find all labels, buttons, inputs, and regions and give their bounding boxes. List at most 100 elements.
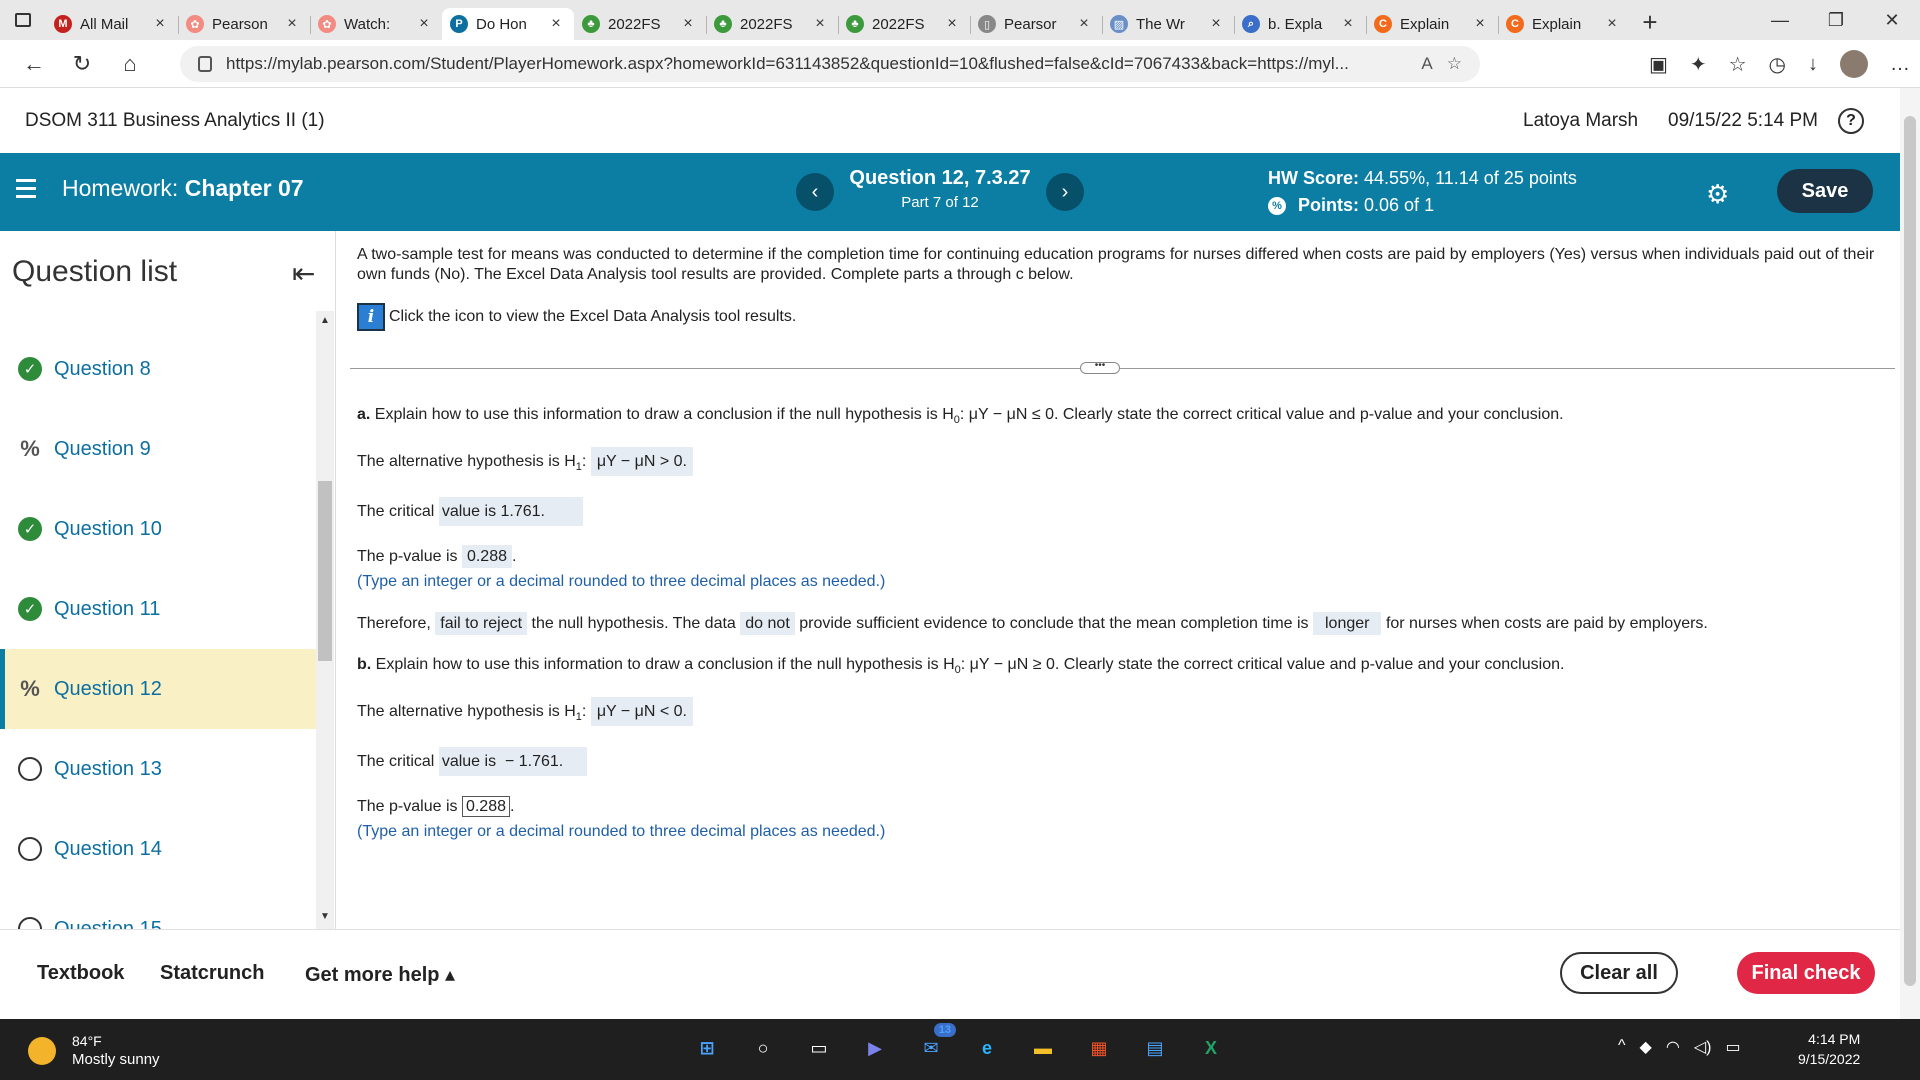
search-icon[interactable]: ○	[746, 1031, 780, 1065]
teams-chat-icon[interactable]: ▶	[858, 1031, 892, 1065]
puzzle-icon[interactable]: ✦	[1690, 52, 1707, 77]
question-list-item[interactable]: Question 14	[0, 809, 316, 889]
close-tab-icon[interactable]: ×	[1602, 15, 1622, 33]
browser-tab[interactable]: ♣ 2022FS ×	[838, 8, 970, 40]
browser-tab[interactable]: ✿ Watch: ×	[310, 8, 442, 40]
calendar-icon[interactable]: ▤	[1138, 1031, 1172, 1065]
page-scroll-thumb[interactable]	[1904, 116, 1916, 986]
taskbar-clock[interactable]: 4:14 PM 9/15/2022	[1798, 1029, 1860, 1069]
question-list-item[interactable]: Question 13	[0, 729, 316, 809]
help-icon[interactable]: ?	[1838, 107, 1864, 134]
close-window-button[interactable]: ✕	[1864, 0, 1920, 40]
sidebar-scroll-thumb[interactable]	[318, 481, 332, 661]
statcrunch-link[interactable]: Statcrunch	[160, 962, 264, 985]
weather-widget[interactable]: 84°F Mostly sunny	[28, 1033, 160, 1068]
browser-tab[interactable]: C Explain ×	[1366, 8, 1498, 40]
restore-button[interactable]: ❐	[1808, 0, 1864, 40]
sidebar-scrollbar[interactable]: ▲ ▼	[316, 311, 334, 929]
part-b-critical-value-answer[interactable]: value is − 1.761.	[438, 747, 588, 776]
excel-icon[interactable]: X	[1194, 1031, 1228, 1065]
browser-tab[interactable]: ♣ 2022FS ×	[574, 8, 706, 40]
close-tab-icon[interactable]: ×	[678, 15, 698, 33]
menu-icon[interactable]	[16, 179, 36, 199]
decision-dropdown[interactable]: fail to reject	[435, 612, 528, 635]
clear-all-button[interactable]: Clear all	[1560, 952, 1678, 994]
final-check-button[interactable]: Final check	[1737, 952, 1875, 994]
browser-tab[interactable]: ♣ 2022FS ×	[706, 8, 838, 40]
download-icon[interactable]: ↓	[1808, 53, 1818, 76]
question-list-item[interactable]: ✓ Question 8	[0, 329, 316, 409]
favorites-icon[interactable]: ☆	[1729, 52, 1747, 77]
close-tab-icon[interactable]: ×	[942, 15, 962, 33]
store-icon[interactable]: ▦	[1082, 1031, 1116, 1065]
question-list-item[interactable]: % Question 9	[0, 409, 316, 489]
evidence-dropdown[interactable]: do not	[740, 612, 795, 635]
profile-avatar[interactable]	[1840, 50, 1868, 78]
part-a-alt-hypothesis-answer[interactable]: μY − μN > 0.	[590, 447, 693, 476]
extension-icon[interactable]: ▣	[1649, 52, 1668, 77]
file-explorer-icon[interactable]: ▬	[1026, 1031, 1060, 1065]
info-icon[interactable]: i	[357, 303, 385, 331]
close-tab-icon[interactable]: ×	[414, 15, 434, 33]
question-list-item[interactable]: ✓ Question 10	[0, 489, 316, 569]
part-b-pvalue-input[interactable]: 0.288	[461, 796, 510, 817]
part-a-pvalue-answer[interactable]: 0.288	[461, 545, 512, 568]
mail-icon[interactable]: ✉ 13	[914, 1023, 956, 1065]
browser-tab[interactable]: ▯ Pearsor ×	[970, 8, 1102, 40]
close-tab-icon[interactable]: ×	[810, 15, 830, 33]
collapse-sidebar-icon[interactable]: ⇤	[292, 257, 315, 290]
close-tab-icon[interactable]: ×	[150, 15, 170, 33]
back-button[interactable]: ←	[10, 44, 58, 84]
next-question-button[interactable]: ›	[1046, 173, 1084, 211]
windows-start-icon[interactable]: ⊞	[690, 1031, 724, 1065]
get-more-help-link[interactable]: Get more help ▴	[305, 962, 455, 987]
close-tab-icon[interactable]: ×	[1074, 15, 1094, 33]
textbook-link[interactable]: Textbook	[37, 962, 124, 985]
task-view-icon[interactable]: ▭	[802, 1031, 836, 1065]
tab-title: Explain	[1400, 15, 1450, 33]
add-favorite-icon[interactable]: ☆	[1447, 54, 1462, 74]
browser-tab[interactable]: C Explain ×	[1498, 8, 1630, 40]
show-hidden-icons-icon[interactable]: ^	[1618, 1037, 1626, 1057]
refresh-button[interactable]: ↻	[58, 44, 106, 84]
close-tab-icon[interactable]: ×	[546, 15, 566, 33]
gmail-icon: M	[54, 15, 72, 33]
previous-question-button[interactable]: ‹	[796, 173, 834, 211]
browser-tab[interactable]: P Do Hon ×	[442, 8, 574, 40]
part-a-critical-value-answer[interactable]: value is 1.761.	[438, 497, 583, 526]
minimize-button[interactable]: —	[1752, 0, 1808, 40]
address-bar[interactable]: https://mylab.pearson.com/Student/Player…	[180, 46, 1480, 82]
page-scrollbar[interactable]	[1900, 88, 1920, 1019]
wifi-icon[interactable]: ◠	[1666, 1037, 1680, 1057]
history-icon[interactable]: ◷	[1769, 52, 1786, 77]
close-tab-icon[interactable]: ×	[1338, 15, 1358, 33]
part-b-alt-hypothesis-answer[interactable]: μY − μN < 0.	[590, 697, 693, 726]
battery-icon[interactable]: ▭	[1725, 1037, 1740, 1057]
browser-tab[interactable]: ▨ The Wr ×	[1102, 8, 1234, 40]
more-icon[interactable]: …	[1890, 53, 1910, 76]
save-button[interactable]: Save	[1777, 169, 1873, 213]
new-tab-button[interactable]: +	[1630, 7, 1670, 38]
scroll-down-icon[interactable]: ▼	[320, 911, 330, 922]
home-button[interactable]: ⌂	[106, 44, 154, 84]
question-list-item[interactable]: ✓ Question 11	[0, 569, 316, 649]
browser-tab[interactable]: ✿ Pearson ×	[178, 8, 310, 40]
close-tab-icon[interactable]: ×	[1206, 15, 1226, 33]
question-list-item[interactable]: % Question 12	[0, 649, 316, 729]
read-aloud-icon[interactable]: A	[1421, 54, 1432, 74]
expand-dots-button[interactable]: •••	[1080, 361, 1120, 374]
edge-browser-icon[interactable]: e	[970, 1031, 1004, 1065]
part-b-label: b.	[357, 656, 372, 673]
scroll-up-icon[interactable]: ▲	[320, 315, 330, 326]
direction-dropdown[interactable]: longer	[1313, 612, 1382, 635]
settings-gear-icon[interactable]: ⚙	[1706, 179, 1729, 210]
dropbox-icon[interactable]: ◆	[1640, 1037, 1652, 1057]
question-list-item[interactable]: Question 15	[0, 889, 316, 929]
tab-title: 2022FS	[872, 15, 925, 33]
close-tab-icon[interactable]: ×	[282, 15, 302, 33]
volume-icon[interactable]: ◁)	[1694, 1037, 1712, 1057]
browser-tab[interactable]: ⌕ b. Expla ×	[1234, 8, 1366, 40]
browser-tab[interactable]: M All Mail ×	[46, 8, 178, 40]
tab-actions-button[interactable]	[0, 0, 46, 40]
close-tab-icon[interactable]: ×	[1470, 15, 1490, 33]
